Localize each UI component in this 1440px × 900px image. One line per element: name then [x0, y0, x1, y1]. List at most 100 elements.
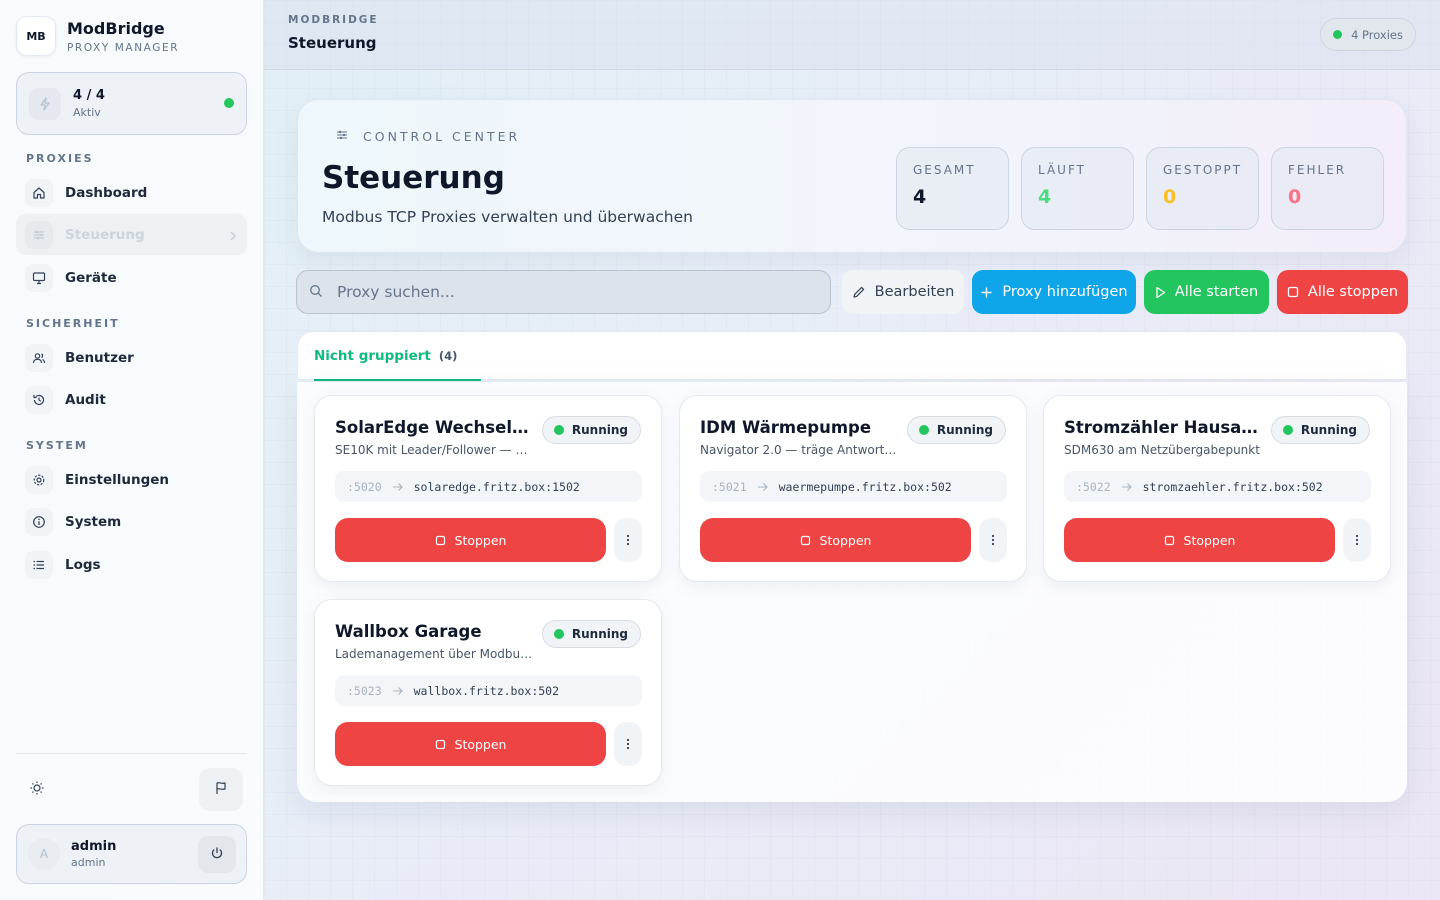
sun-icon	[29, 780, 45, 800]
more-vertical-icon	[1355, 531, 1359, 550]
stat-stopped: GESTOPPT 0	[1146, 147, 1259, 230]
sidebar-item-label: Audit	[65, 391, 106, 408]
edit-button-label: Bearbeiten	[874, 284, 955, 300]
feedback-button[interactable]	[199, 768, 243, 811]
arrow-right-icon	[392, 686, 404, 696]
proxy-description: SE10K mit Leader/Follower — Modbus TCP	[335, 443, 535, 457]
theme-toggle-button[interactable]	[24, 777, 50, 803]
sliders-icon	[336, 129, 348, 144]
sidebar: MB ModBridge PROXY MANAGER 4 / 4 Aktiv P…	[0, 0, 264, 900]
gear-icon	[25, 465, 53, 494]
proxy-card: Stromzähler Hausanschluss SDM630 am Netz…	[1043, 395, 1391, 582]
section-label-proxies: PROXIES	[26, 152, 94, 165]
stat-value: 4	[913, 186, 927, 208]
more-options-button[interactable]	[614, 722, 642, 766]
proxy-route: :5020 solaredge.fritz.box:1502	[335, 471, 642, 502]
sidebar-item-logs[interactable]: Logs	[16, 544, 247, 585]
sidebar-item-benutzer[interactable]: Benutzer	[16, 337, 247, 378]
monitor-icon	[25, 263, 53, 292]
proxy-card: SolarEdge Wechselrichter SE10K mit Leade…	[314, 395, 662, 582]
chevron-right-icon	[229, 227, 237, 246]
more-vertical-icon	[626, 735, 630, 754]
edit-button[interactable]: Bearbeiten	[842, 270, 964, 314]
stop-proxy-label: Stoppen	[1183, 532, 1236, 548]
status-dot	[918, 425, 929, 435]
search-input[interactable]	[337, 283, 817, 301]
info-icon	[25, 507, 53, 536]
pencil-icon	[852, 285, 866, 299]
more-options-button[interactable]	[979, 518, 1007, 562]
tab-nicht-gruppiert[interactable]: Nicht gruppiert (4)	[314, 348, 457, 364]
stop-icon	[800, 535, 811, 546]
sidebar-item-system[interactable]: System	[16, 501, 247, 542]
arrow-right-icon	[1121, 482, 1133, 492]
hero-title: Steuerung	[322, 160, 505, 196]
proxy-card: Wallbox Garage Lademanagement über Modbu…	[314, 599, 662, 786]
target-host: wallbox.fritz.box:502	[413, 683, 560, 698]
more-options-button[interactable]	[614, 518, 642, 562]
listen-port: :5023	[347, 683, 382, 698]
stat-running: LÄUFT 4	[1021, 147, 1134, 230]
status-dot	[1282, 425, 1293, 435]
play-icon	[1155, 286, 1166, 299]
stop-icon	[1164, 535, 1175, 546]
active-label: Aktiv	[73, 106, 101, 119]
status-label: Running	[571, 627, 628, 641]
sidebar-item-audit[interactable]: Audit	[16, 379, 247, 420]
tab-count: (4)	[438, 349, 458, 363]
logout-button[interactable]	[198, 836, 236, 873]
stop-proxy-label: Stoppen	[454, 736, 507, 752]
listen-port: :5022	[1076, 479, 1111, 494]
proxy-card: IDM Wärmepumpe Navigator 2.0 — träge Ant…	[679, 395, 1027, 582]
stat-label: GESAMT	[913, 163, 976, 177]
home-icon	[25, 178, 53, 207]
target-host: solaredge.fritz.box:1502	[413, 479, 580, 494]
tab-label: Nicht gruppiert	[314, 348, 431, 364]
users-icon	[25, 343, 53, 372]
stop-icon	[435, 739, 446, 750]
sliders-icon	[25, 220, 53, 249]
stop-proxy-label: Stoppen	[819, 532, 872, 548]
target-host: waermepumpe.fritz.box:502	[778, 479, 952, 494]
hero-eyebrow: CONTROL CENTER	[336, 129, 520, 144]
stat-label: GESTOPPT	[1163, 163, 1243, 177]
stop-icon	[435, 535, 446, 546]
sidebar-item-einstellungen[interactable]: Einstellungen	[16, 459, 247, 500]
arrow-right-icon	[757, 482, 769, 492]
proxy-route: :5023 wallbox.fritz.box:502	[335, 675, 642, 706]
stop-proxy-button[interactable]: Stoppen	[335, 518, 606, 562]
status-label: Running	[571, 423, 628, 437]
avatar: A	[28, 838, 60, 870]
more-options-button[interactable]	[1343, 518, 1371, 562]
active-status-card: 4 / 4 Aktiv	[16, 72, 247, 135]
more-vertical-icon	[991, 531, 995, 550]
stop-proxy-button[interactable]: Stoppen	[700, 518, 971, 562]
group-tabs: Nicht gruppiert (4)	[297, 331, 1407, 381]
stop-proxy-button[interactable]: Stoppen	[1064, 518, 1335, 562]
start-all-button[interactable]: Alle starten	[1144, 270, 1269, 314]
sidebar-item-label: Benutzer	[65, 349, 134, 366]
proxy-route: :5021 waermepumpe.fritz.box:502	[700, 471, 1007, 502]
stat-total: GESAMT 4	[896, 147, 1009, 230]
sidebar-item-geraete[interactable]: Geräte	[16, 257, 247, 298]
status-label: Running	[1300, 423, 1357, 437]
stop-all-button[interactable]: Alle stoppen	[1277, 270, 1408, 314]
stop-proxy-button[interactable]: Stoppen	[335, 722, 606, 766]
add-proxy-button[interactable]: Proxy hinzufügen	[972, 270, 1136, 314]
stop-all-label: Alle stoppen	[1307, 284, 1399, 300]
bolt-icon	[29, 87, 61, 120]
status-badge: Running	[541, 620, 641, 648]
sidebar-item-dashboard[interactable]: Dashboard	[16, 172, 247, 213]
sidebar-item-label: System	[65, 513, 122, 530]
section-label-system: SYSTEM	[26, 439, 88, 452]
proxy-description: Navigator 2.0 — träge Antwortzeiten	[700, 443, 900, 457]
stat-errors: FEHLER 0	[1271, 147, 1384, 230]
flag-icon	[214, 780, 228, 799]
power-icon	[210, 845, 224, 864]
sidebar-item-steuerung[interactable]: Steuerung	[16, 214, 247, 255]
stat-value: 4	[1038, 186, 1052, 208]
proxies-count-label: 4 Proxies	[1351, 27, 1403, 42]
arrow-right-icon	[392, 482, 404, 492]
sidebar-item-label: Einstellungen	[65, 471, 170, 488]
topbar-eyebrow: MODBRIDGE	[288, 14, 379, 26]
